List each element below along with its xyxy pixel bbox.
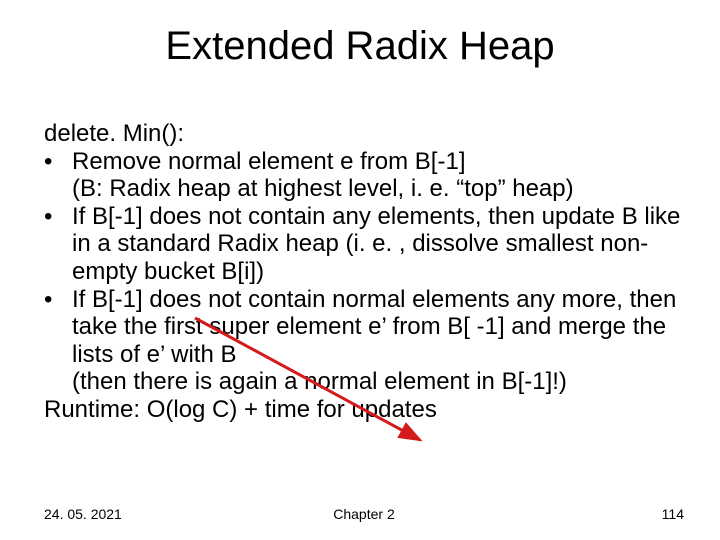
footer-page: 114: [662, 506, 684, 522]
slide-title: Extended Radix Heap: [0, 24, 720, 69]
slide-body: delete. Min(): • Remove normal element e…: [44, 120, 684, 424]
bullet-2-text: If B[-1] does not contain any elements, …: [72, 203, 684, 286]
bullet-3-text: If B[-1] does not contain normal element…: [72, 286, 684, 396]
bullet-mark: •: [44, 286, 72, 314]
bullet-3: • If B[-1] does not contain normal eleme…: [44, 286, 684, 396]
bullet-1-text: Remove normal element e from B[-1] (B: R…: [72, 148, 684, 203]
slide-footer: 24. 05. 2021 Chapter 2 114: [44, 506, 684, 522]
bullet-1: • Remove normal element e from B[-1] (B:…: [44, 148, 684, 203]
line-deletemin: delete. Min():: [44, 120, 684, 148]
bullet-mark: •: [44, 148, 72, 176]
slide: Extended Radix Heap delete. Min(): • Rem…: [0, 0, 720, 540]
bullet-2: • If B[-1] does not contain any elements…: [44, 203, 684, 286]
bullet-mark: •: [44, 203, 72, 231]
footer-date: 24. 05. 2021: [44, 506, 122, 522]
footer-chapter: Chapter 2: [44, 506, 684, 522]
line-runtime: Runtime: O(log C) + time for updates: [44, 396, 684, 424]
